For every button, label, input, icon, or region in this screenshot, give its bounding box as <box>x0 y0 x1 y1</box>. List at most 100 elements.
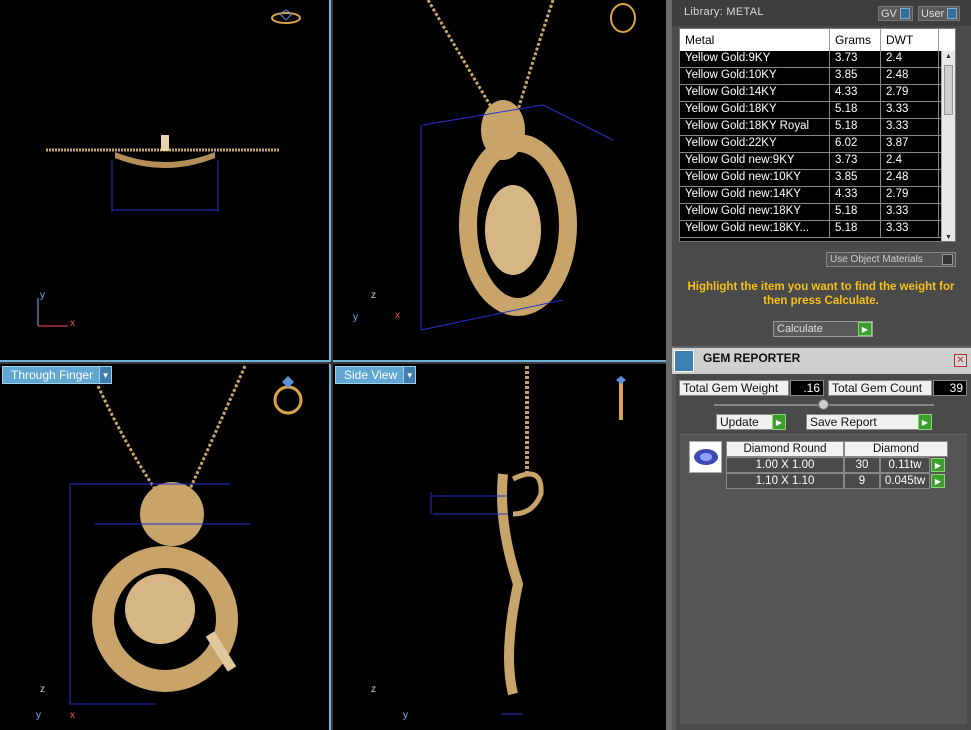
play-arrow-icon[interactable]: ▶ <box>931 474 945 488</box>
scroll-down-icon[interactable]: ▼ <box>945 234 952 241</box>
table-row[interactable]: Yellow Gold new:10KY 3.85 2.48 <box>680 170 955 187</box>
gem-count-cell: 9 <box>844 473 880 489</box>
total-gem-weight-label: Total Gem Weight <box>679 380 789 396</box>
total-gem-weight-value: .16 <box>790 380 824 396</box>
viewport-top[interactable]: y x <box>0 0 331 362</box>
dwt-cell: 2.48 <box>881 68 939 84</box>
table-row[interactable]: Yellow Gold new:9KY 3.73 2.4 <box>680 153 955 170</box>
gem-size-cell: 1.00 X 1.00 <box>726 457 844 473</box>
metal-table-scrollbar[interactable]: ▲ ▼ <box>941 51 955 241</box>
save-report-button[interactable]: Save Report ▶ <box>806 414 932 430</box>
grams-cell: 5.18 <box>830 221 881 237</box>
use-object-materials-label: Use Object Materials <box>830 254 923 265</box>
column-header[interactable]: Grams <box>830 29 881 51</box>
viewport-perspective[interactable]: z y x <box>333 0 666 362</box>
diamond-round-icon <box>689 441 722 473</box>
gem-weight-cell: 0.045tw <box>880 473 930 489</box>
grams-cell: 4.33 <box>830 85 881 101</box>
metal-table-body: Yellow Gold:9KY 3.73 2.4 Yellow Gold:10KY 3… <box>680 51 955 238</box>
table-row[interactable]: Yellow Gold new:18KY... 5.18 3.33 <box>680 221 955 238</box>
metal-table[interactable]: Metal Grams DWT Yellow Gold:9KY 3.73 2.4 Y… <box>679 28 956 242</box>
update-button[interactable]: Update ▶ <box>716 414 786 430</box>
table-row[interactable]: Yellow Gold:9KY 3.73 2.4 <box>680 51 955 68</box>
user-toggle[interactable]: User <box>918 6 961 21</box>
gem-count-cell: 30 <box>844 457 880 473</box>
metal-cell: Yellow Gold new:18KY <box>680 204 830 220</box>
chevron-down-icon[interactable]: ▼ <box>99 367 112 383</box>
table-row[interactable]: Yellow Gold new:18KY 5.18 3.33 <box>680 204 955 221</box>
dwt-cell: 2.79 <box>881 187 939 203</box>
user-label: User <box>921 7 945 20</box>
metal-cell: Yellow Gold new:9KY <box>680 153 830 169</box>
gem-reporter-title: GEM REPORTER <box>703 351 801 365</box>
slider-knob[interactable] <box>818 399 829 410</box>
play-arrow-icon[interactable]: ▶ <box>772 414 786 430</box>
view-selector[interactable]: Through Finger ▼ <box>2 366 113 384</box>
metal-cell: Yellow Gold:22KY <box>680 136 830 152</box>
calculate-button[interactable]: Calculate ▶ <box>773 321 873 337</box>
scrollbar-thumb[interactable] <box>944 65 953 115</box>
chevron-down-icon[interactable]: ▼ <box>403 367 416 383</box>
dwt-cell: 3.87 <box>881 136 939 152</box>
table-row[interactable]: Yellow Gold:14KY 4.33 2.79 <box>680 85 955 102</box>
gv-indicator-icon <box>899 8 910 19</box>
library-title: Library: METAL <box>684 6 764 18</box>
save-report-label: Save Report <box>810 415 877 429</box>
gem-reporter-header: GEM REPORTER ✕ <box>672 346 971 374</box>
gv-toggle[interactable]: GV <box>878 6 913 21</box>
dwt-cell: 2.48 <box>881 170 939 186</box>
table-row[interactable]: Yellow Gold new:14KY 4.33 2.79 <box>680 187 955 204</box>
table-row[interactable]: Yellow Gold:18KY 5.18 3.33 <box>680 102 955 119</box>
grams-cell: 5.18 <box>830 119 881 135</box>
update-label: Update <box>720 415 759 429</box>
right-panel: Library: METAL GV User Metal Grams DWT Y… <box>672 0 971 730</box>
gem-weight-cell: 0.11tw <box>880 457 930 473</box>
dwt-cell: 3.33 <box>881 119 939 135</box>
axis-z-label: z <box>40 684 45 695</box>
grams-cell: 3.73 <box>830 153 881 169</box>
close-icon[interactable]: ✕ <box>954 354 967 367</box>
play-arrow-icon[interactable]: ▶ <box>931 458 945 472</box>
perspective-render <box>420 0 636 331</box>
gem-size-slider[interactable] <box>714 399 934 410</box>
front-view-render <box>69 365 303 705</box>
grams-cell: 3.73 <box>830 51 881 67</box>
library-header: Library: METAL GV User <box>672 0 971 26</box>
viewport-side[interactable]: Side View ▼ z y <box>333 364 666 730</box>
metal-cell: Yellow Gold:10KY <box>680 68 830 84</box>
checkbox[interactable] <box>942 254 953 265</box>
axis-y-label: y <box>36 710 41 721</box>
play-arrow-icon[interactable]: ▶ <box>858 322 872 336</box>
dwt-cell: 2.4 <box>881 51 939 67</box>
view-selector-label: Side View <box>344 368 398 382</box>
total-gem-count-label: Total Gem Count <box>828 380 932 396</box>
metal-cell: Yellow Gold new:10KY <box>680 170 830 186</box>
user-indicator-icon <box>947 8 958 19</box>
gem-reporter-icon <box>674 350 694 372</box>
play-arrow-icon[interactable]: ▶ <box>918 414 932 430</box>
scroll-up-icon[interactable]: ▲ <box>945 53 952 60</box>
axis-y-label: y <box>403 710 408 721</box>
column-header[interactable]: DWT <box>881 29 939 51</box>
calculate-hint: Highlight the item you want to find the … <box>687 281 955 307</box>
metal-cell: Yellow Gold:18KY <box>680 102 830 118</box>
gem-reporter-body: Total Gem Weight .16 Total Gem Count 39 … <box>672 374 971 730</box>
table-row[interactable]: Yellow Gold:18KY Royal 5.18 3.33 <box>680 119 955 136</box>
grams-cell: 3.85 <box>830 170 881 186</box>
metal-cell: Yellow Gold:9KY <box>680 51 830 67</box>
column-header[interactable]: Metal <box>680 29 830 51</box>
table-row[interactable]: Yellow Gold:22KY 6.02 3.87 <box>680 136 955 153</box>
grams-cell: 4.33 <box>830 187 881 203</box>
dwt-cell: 2.4 <box>881 153 939 169</box>
use-object-materials-toggle[interactable]: Use Object Materials <box>826 252 956 267</box>
axis-z-label: z <box>371 290 376 301</box>
axis-x-label: x <box>395 310 400 321</box>
dwt-cell: 3.33 <box>881 204 939 220</box>
table-row[interactable]: Yellow Gold:10KY 3.85 2.48 <box>680 68 955 85</box>
viewport-front[interactable]: Through Finger ▼ z y x <box>0 364 331 730</box>
view-selector[interactable]: Side View ▼ <box>335 366 417 384</box>
gem-type-header: Diamond <box>844 441 948 457</box>
grams-cell: 5.18 <box>830 204 881 220</box>
metal-cell: Yellow Gold:18KY Royal <box>680 119 830 135</box>
side-view-render <box>430 366 626 715</box>
